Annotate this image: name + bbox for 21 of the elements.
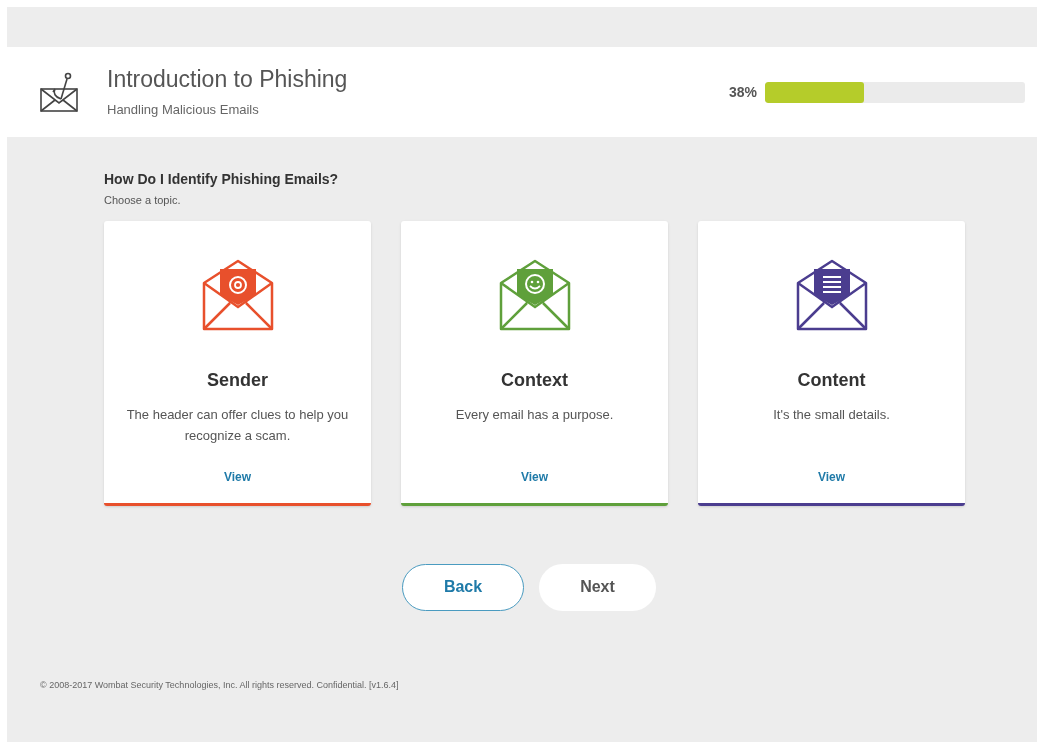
topic-card[interactable]: Content It's the small details. View — [698, 220, 965, 506]
topic-title: Content — [797, 368, 866, 392]
course-subtitle: Handling Malicious Emails — [107, 100, 260, 119]
section-heading: How Do I Identify Phishing Emails? — [104, 170, 340, 189]
topic-description: The header can offer clues to help you recognize a scam. — [125, 405, 350, 445]
instruction-text: Choose a topic. — [104, 193, 182, 208]
topic-title: Context — [501, 368, 568, 392]
back-button[interactable]: Back — [402, 563, 524, 611]
envelope-hook-icon — [39, 71, 81, 113]
next-button[interactable]: Next — [539, 563, 656, 611]
topic-card[interactable]: Context Every email has a purpose. View — [401, 220, 668, 506]
view-link[interactable]: View — [817, 467, 846, 486]
copyright-text: © 2008-2017 Wombat Security Technologies, Inc. All rights reserved. Confidential. [v1.6.4] — [40, 678, 400, 692]
progress-percent: 38% — [728, 82, 757, 102]
topic-card[interactable]: Sender The header can offer clues to help you recognize a scam. View — [104, 220, 371, 506]
topic-description: Every email has a purpose. — [454, 405, 615, 424]
course-title: Introduction to Phishing — [107, 64, 348, 94]
topic-title: Sender — [207, 368, 268, 392]
view-link[interactable]: View — [223, 467, 252, 486]
view-link[interactable]: View — [520, 467, 549, 486]
topic-description: It's the small details. — [772, 405, 891, 424]
